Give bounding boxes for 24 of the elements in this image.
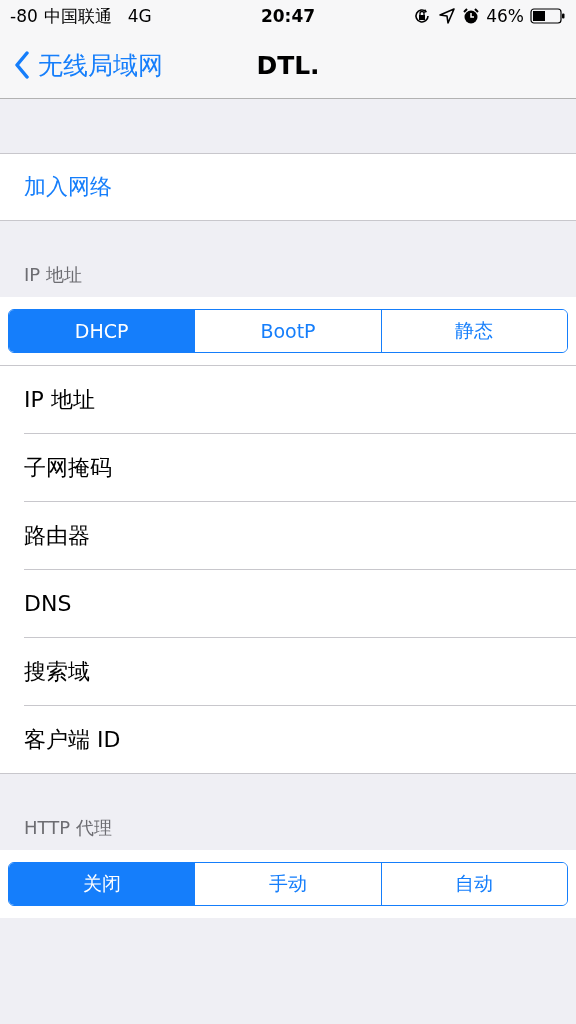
- chevron-left-icon: [14, 51, 30, 79]
- segment-option[interactable]: 关闭: [9, 863, 195, 905]
- section-header: HTTP 代理: [23, 816, 113, 840]
- setting-row[interactable]: 客户端 ID: [24, 706, 576, 773]
- battery-percentage: 46%: [486, 6, 524, 26]
- setting-row[interactable]: DNS: [24, 570, 576, 638]
- network-type: 4G: [127, 6, 152, 26]
- back-button[interactable]: 无线局域网: [0, 48, 163, 82]
- location-arrow-icon: [438, 7, 457, 25]
- segment-option[interactable]: DHCP: [9, 310, 195, 352]
- segment-option[interactable]: 静态: [380, 310, 567, 352]
- setting-row[interactable]: 路由器: [24, 502, 576, 570]
- status-time: 20:47: [260, 6, 316, 26]
- section-header: IP 地址: [23, 263, 83, 287]
- join-network-link[interactable]: 加入网络: [0, 154, 576, 220]
- navigation-title: DTL.: [256, 50, 320, 80]
- alarm-clock-icon: [462, 7, 481, 25]
- segment-option[interactable]: 自动: [380, 863, 567, 905]
- battery-icon: [530, 7, 566, 25]
- carrier-name: 中国联通: [43, 4, 112, 28]
- setting-row[interactable]: 子网掩码: [24, 434, 576, 502]
- signal-strength: -80: [10, 6, 38, 26]
- setting-row[interactable]: 搜索域: [24, 638, 576, 706]
- setting-row[interactable]: IP 地址: [24, 366, 576, 434]
